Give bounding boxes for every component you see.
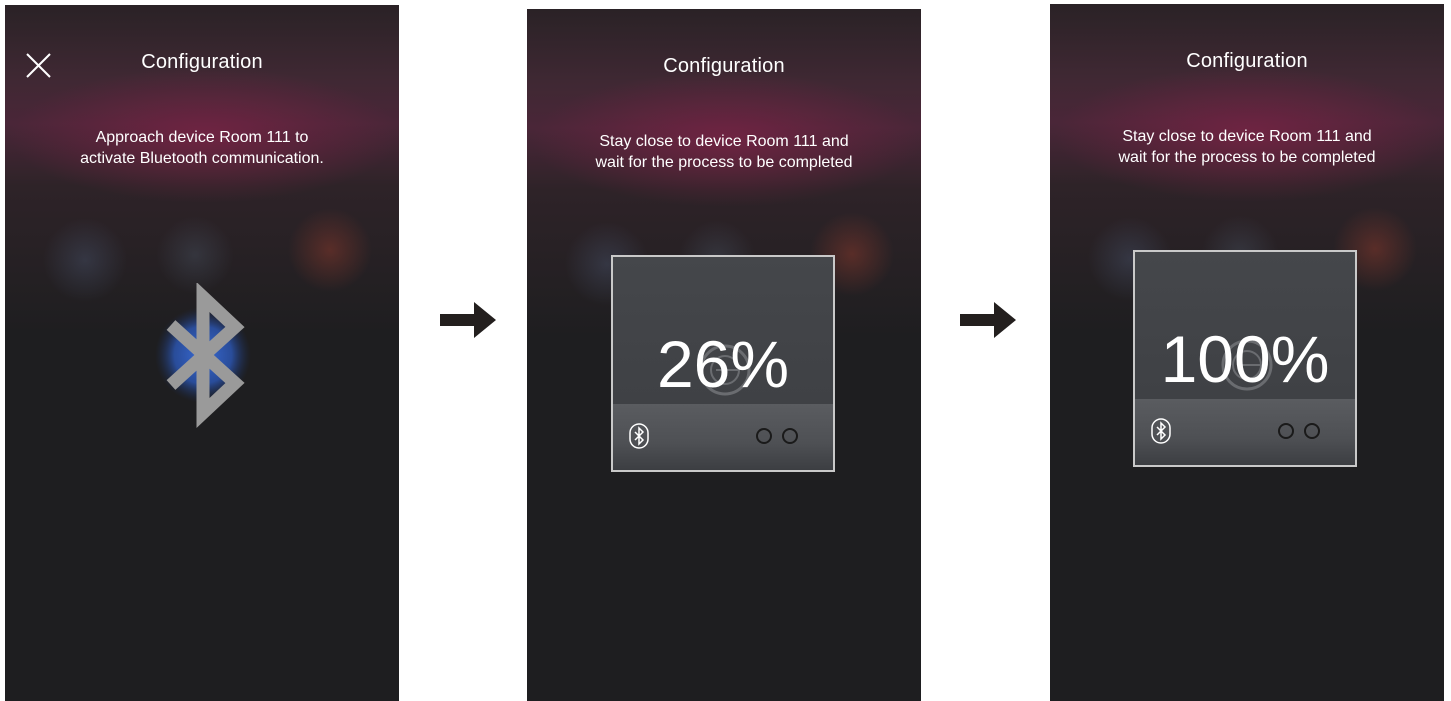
arrow-right-icon — [440, 302, 496, 338]
progress-percent: 26% — [656, 327, 790, 401]
instruction-line-2: wait for the process to be completed — [1118, 149, 1376, 166]
status-dots-icon — [1278, 423, 1320, 439]
instruction-text: Approach device Room 111 to activate Blu… — [5, 127, 399, 169]
page-title: Configuration — [141, 51, 263, 73]
instruction-line-2: wait for the process to be completed — [595, 154, 853, 171]
screen-progress-complete: Configuration Stay close to device Room … — [1050, 4, 1444, 701]
page-title: Configuration — [663, 55, 785, 77]
progress-percent: 100% — [1160, 322, 1330, 396]
bluetooth-icon — [1151, 418, 1171, 444]
status-dots-icon — [756, 428, 798, 444]
progress-card: 100% — [1133, 250, 1357, 467]
instruction-line-1: Approach device Room 111 to — [95, 129, 309, 146]
instruction-line-1: Stay close to device Room 111 and — [599, 133, 849, 150]
page-title: Configuration — [1186, 50, 1308, 72]
progress-card: 26% — [611, 255, 835, 472]
screen-approach-device: Configuration Approach device Room 111 t… — [5, 5, 399, 701]
instruction-text: Stay close to device Room 111 and wait f… — [1050, 126, 1444, 168]
instruction-text: Stay close to device Room 111 and wait f… — [527, 131, 921, 173]
instruction-line-1: Stay close to device Room 111 and — [1122, 128, 1372, 145]
screen-progress-partial: Configuration Stay close to device Room … — [527, 9, 921, 701]
bluetooth-icon — [155, 283, 251, 429]
arrow-right-icon — [960, 302, 1016, 338]
instruction-line-2: activate Bluetooth communication. — [80, 150, 324, 167]
bluetooth-icon — [629, 423, 649, 449]
